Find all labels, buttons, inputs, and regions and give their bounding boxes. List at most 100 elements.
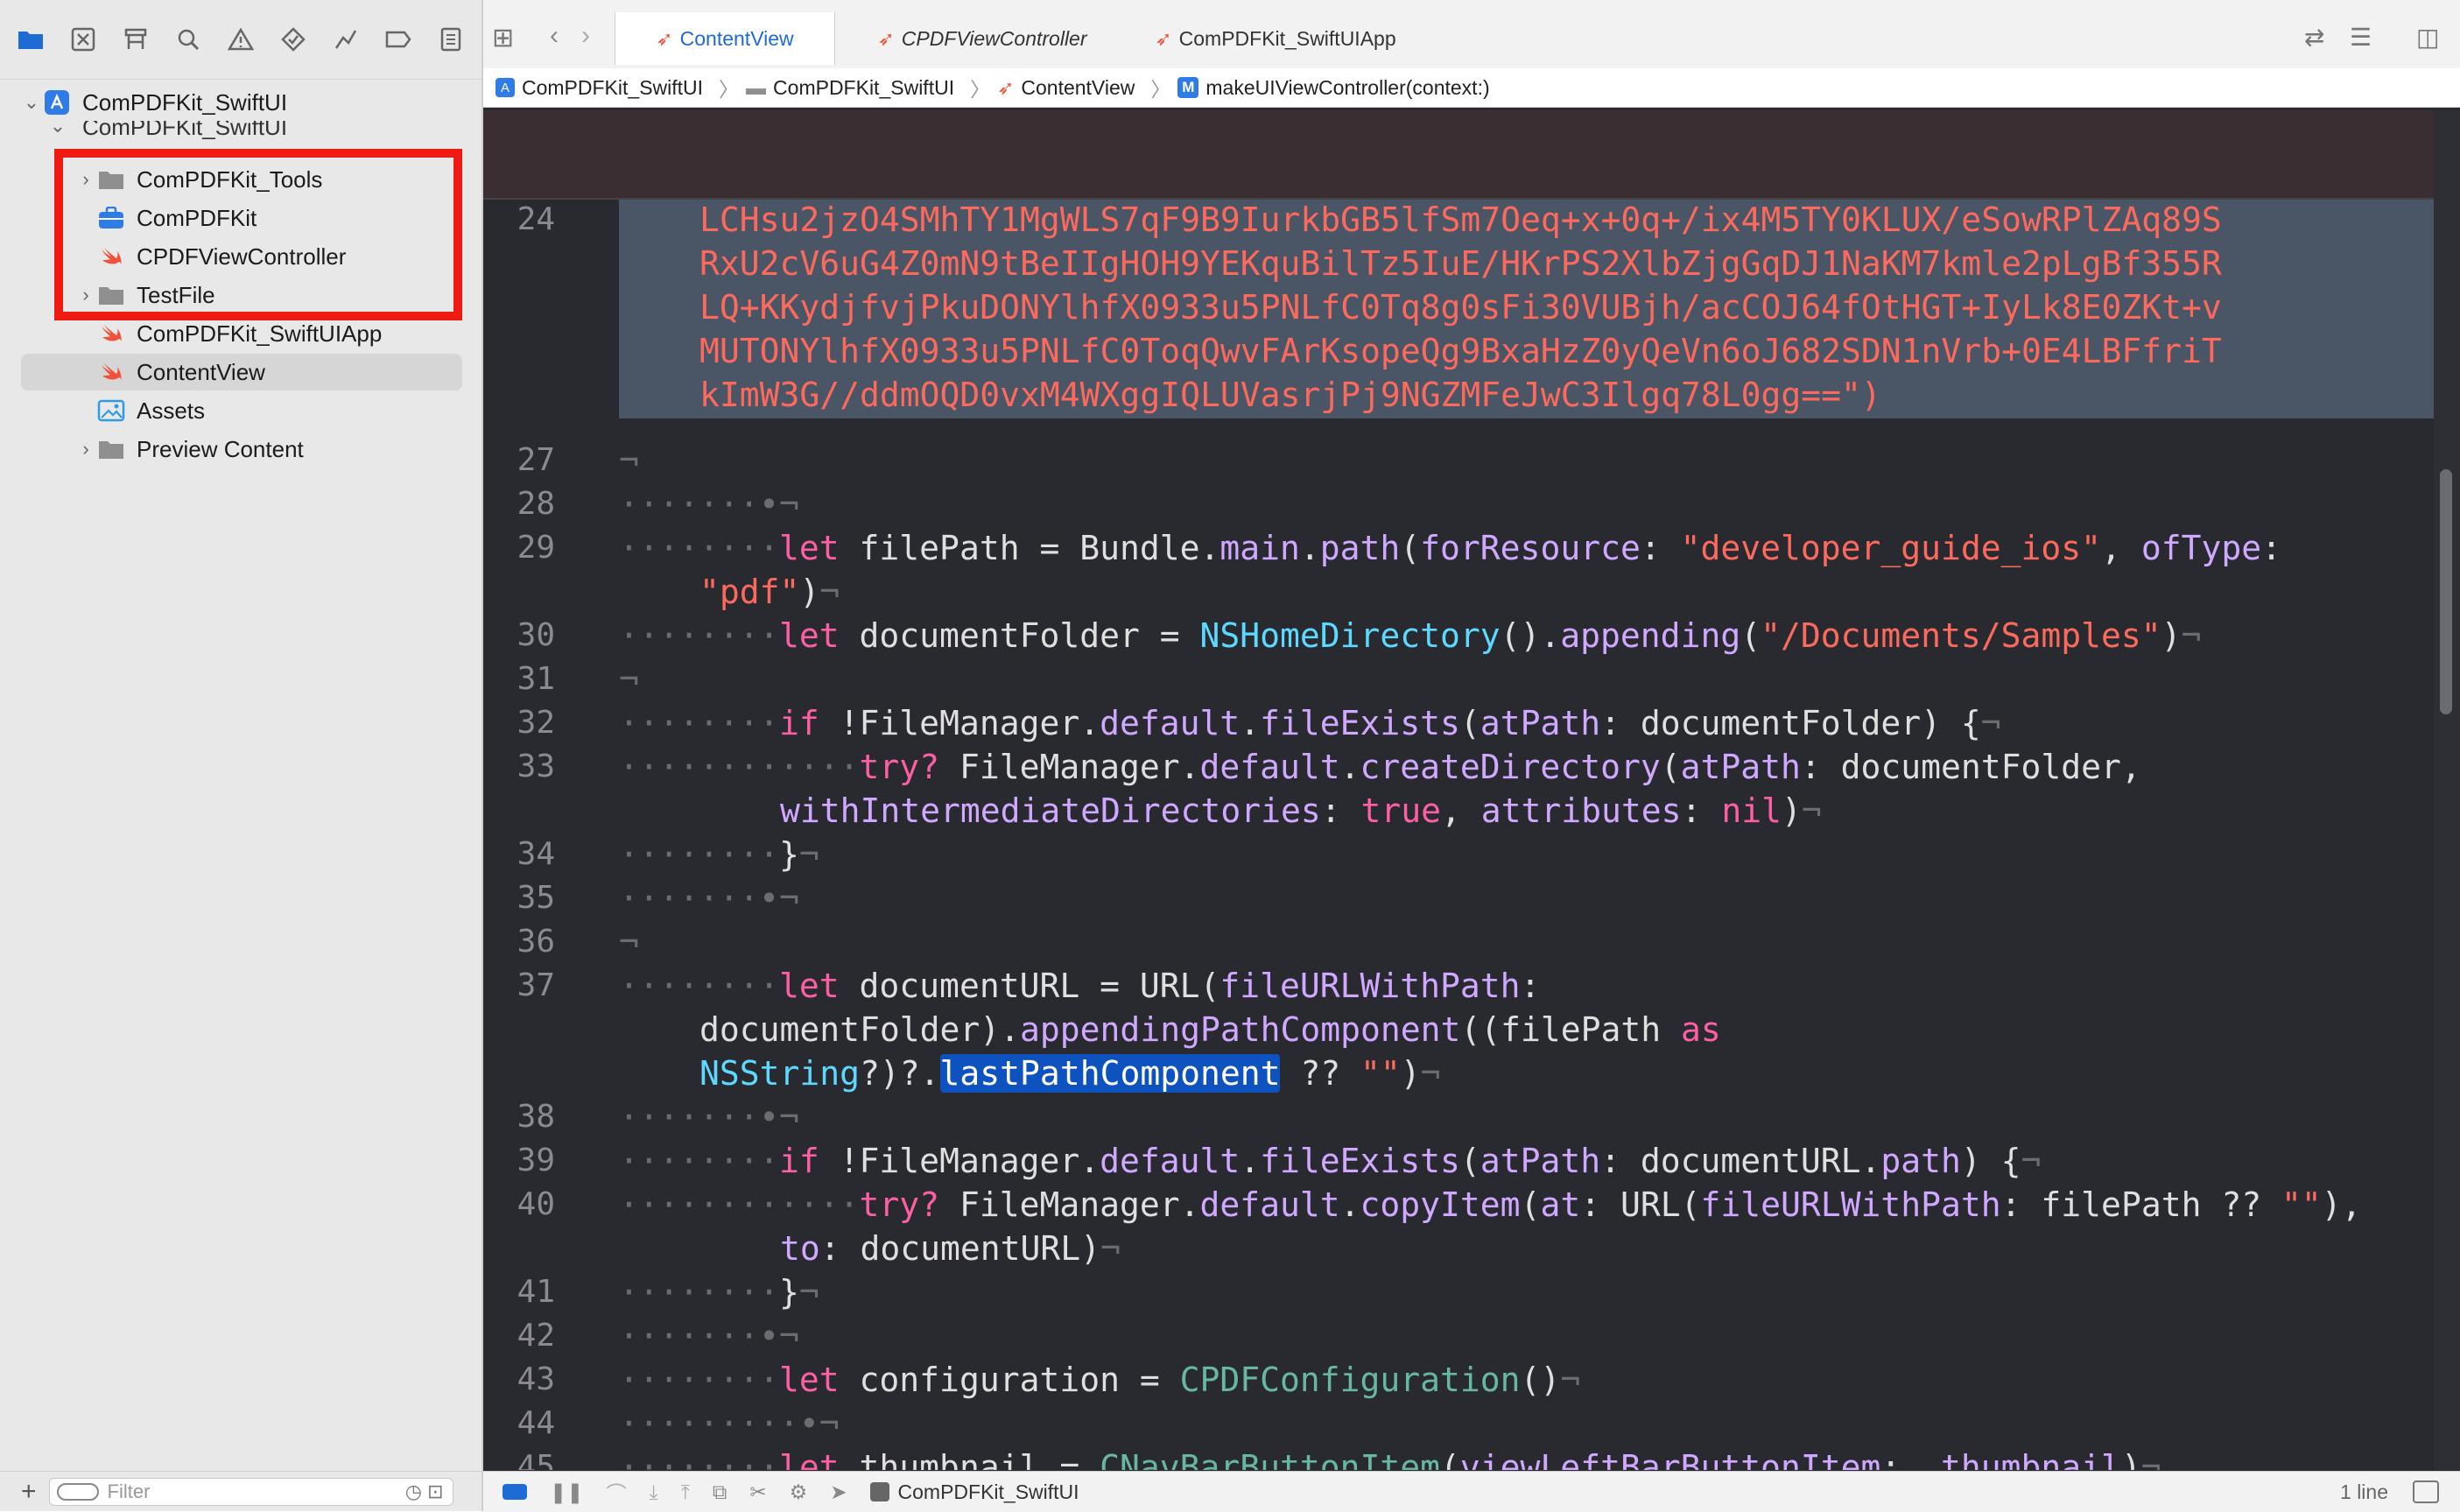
environment-icon[interactable]: ⚙ bbox=[790, 1480, 808, 1504]
navigator-toolbar bbox=[0, 0, 481, 80]
tree-item-contentview[interactable]: ContentView bbox=[21, 354, 462, 390]
symbol-icon[interactable] bbox=[119, 23, 152, 56]
test-icon[interactable] bbox=[277, 23, 310, 56]
find-icon[interactable] bbox=[172, 23, 205, 56]
breadcrumb-project[interactable]: A ComPDFKit_SwiftUI bbox=[496, 76, 703, 100]
item-label: ComPDFKit_SwiftUIApp bbox=[137, 320, 383, 347]
code-line: 35 ·······•¬ bbox=[517, 879, 799, 918]
annotation-highlight-box bbox=[54, 149, 462, 320]
code-line: 28 ·······•¬ bbox=[517, 485, 799, 524]
code-line: 38 ·······•¬ bbox=[517, 1098, 799, 1136]
filter-options-icon[interactable] bbox=[56, 1483, 99, 1501]
grid-icon[interactable]: ⊞ bbox=[492, 23, 514, 53]
debug-icon[interactable] bbox=[329, 23, 362, 56]
filter-bar: + Filter ◷ ⊡ bbox=[0, 1471, 481, 1512]
folder-icon[interactable] bbox=[14, 23, 47, 56]
crumb-label: ContentView bbox=[1021, 75, 1135, 99]
breakpoint-icon[interactable] bbox=[382, 23, 415, 56]
code-line: 30 ········let documentFolder = NSHomeDir… bbox=[517, 616, 2202, 655]
tree-item-preview-content[interactable]: › Preview Content bbox=[75, 431, 462, 468]
code-line: 43 ········let configuration = CPDFConfig… bbox=[517, 1361, 1581, 1399]
tree-item-group[interactable]: ⌄ ComPDFKit_SwiftUI bbox=[47, 121, 488, 144]
swift-file-icon: ➶ bbox=[656, 26, 673, 50]
code-line: MUTONYlhfX0933u5PNLfC0ToqQwvFArKsopeQg9B… bbox=[699, 332, 2222, 370]
tab-bar: ⊞ ‹ › ➶ ContentView ➶ CPDFViewController… bbox=[483, 0, 2460, 78]
step-out-icon[interactable]: ⤒ bbox=[681, 1480, 690, 1504]
tree-item-app[interactable]: ComPDFKit_SwiftUIApp bbox=[75, 315, 462, 352]
breadcrumb-file[interactable]: ➶ ContentView bbox=[997, 76, 1135, 100]
chevron-right-icon[interactable]: › bbox=[75, 438, 96, 460]
code-line: 27 ¬ bbox=[517, 441, 639, 480]
filter-field[interactable]: Filter ◷ ⊡ bbox=[48, 1478, 453, 1506]
swift-file-icon: ➶ bbox=[1155, 26, 1172, 50]
tab-contentview[interactable]: ➶ ContentView bbox=[615, 12, 835, 65]
xcode-project-icon bbox=[42, 89, 72, 116]
memory-graph-icon[interactable]: ✂ bbox=[749, 1480, 766, 1504]
chevron-down-icon[interactable]: ⌄ bbox=[21, 91, 42, 113]
code-line: LQ+KKydjfvjPkuDONYlhfX0933u5PNLfC0Tq8g0s… bbox=[699, 288, 2222, 327]
breadcrumb-method[interactable]: M makeUIViewController(context:) bbox=[1177, 75, 1490, 100]
code-line: 24 ····func makeUIViewController(context… bbox=[517, 201, 2101, 283]
scheme-label: ComPDFKit_SwiftUI bbox=[897, 1480, 1079, 1503]
tab-app[interactable]: ➶ ComPDFKit_SwiftUIApp bbox=[1131, 12, 1420, 65]
group-label: ComPDFKit_SwiftUI bbox=[82, 121, 288, 140]
debug-bar: ❚❚ ⌒ ⤓ ⤒ ⧉ ✂ ⚙ ➤ ComPDFKit_SwiftUI 1 lin… bbox=[483, 1471, 2460, 1512]
pause-icon[interactable]: ❚❚ bbox=[550, 1480, 584, 1504]
method-icon: M bbox=[1177, 77, 1199, 98]
code-line: 40 ············try? FileManager.default.c… bbox=[517, 1185, 2362, 1224]
report-icon[interactable] bbox=[434, 23, 467, 56]
recent-filter-icon[interactable]: ◷ ⊡ bbox=[405, 1480, 444, 1503]
vertical-scrollbar[interactable] bbox=[2434, 110, 2460, 1470]
code-area[interactable]: 4 struct CPDFSwiftViewController: UIView… bbox=[483, 110, 2460, 1470]
code-line: 34 ········}¬ bbox=[517, 835, 819, 874]
tab-cpdfviewcontroller[interactable]: ➶ CPDFViewController bbox=[842, 12, 1122, 65]
source-control-icon[interactable] bbox=[67, 23, 100, 56]
scrollbar-thumb[interactable] bbox=[2440, 469, 2452, 714]
tab-label: ContentView bbox=[679, 26, 794, 50]
breadcrumb-group[interactable]: ▬ ComPDFKit_SwiftUI bbox=[746, 76, 954, 100]
step-over-icon[interactable]: ⌒ bbox=[607, 1477, 627, 1507]
tab-label: ComPDFKit_SwiftUIApp bbox=[1178, 26, 1396, 50]
chevron-down-icon[interactable]: ⌄ bbox=[47, 121, 68, 137]
code-line: 37 ········let documentURL = URL(fileURLW… bbox=[517, 967, 1541, 1005]
related-items-icon[interactable]: ⇄ bbox=[2304, 23, 2324, 52]
swift-file-icon bbox=[96, 359, 126, 385]
issue-icon[interactable] bbox=[224, 23, 257, 56]
code-line: withIntermediateDirectories: true, attri… bbox=[780, 791, 1822, 830]
code-line: documentFolder).appendingPathComponent((… bbox=[699, 1010, 1721, 1049]
item-label: Assets bbox=[137, 397, 206, 424]
add-icon[interactable]: + bbox=[21, 1477, 37, 1507]
item-label: Preview Content bbox=[137, 435, 304, 462]
app-icon bbox=[869, 1482, 889, 1501]
console-toggle-icon[interactable] bbox=[503, 1484, 527, 1500]
code-line: 4 struct CPDFSwiftViewController: UIView… bbox=[483, 110, 2435, 239]
code-line: 41 ········}¬ bbox=[517, 1273, 819, 1312]
highlighted-token: lastPathComponent bbox=[939, 1054, 1281, 1093]
back-icon[interactable]: ‹ bbox=[550, 21, 559, 51]
code-line: 31 ¬ bbox=[517, 660, 639, 699]
code-line: kImW3G//ddmOQD0vxM4WXggIQLUVasrjPj9NGZMF… bbox=[699, 376, 1881, 414]
asset-catalog-icon bbox=[96, 397, 126, 424]
filter-placeholder: Filter bbox=[107, 1480, 151, 1502]
split-editor-icon[interactable]: ◫ bbox=[2416, 23, 2439, 52]
editor-options-icon[interactable]: ☰ bbox=[2350, 23, 2372, 52]
xcode-project-icon: A bbox=[496, 78, 515, 97]
line-count: 1 line bbox=[2340, 1480, 2388, 1503]
crumb-label: makeUIViewController(context:) bbox=[1205, 75, 1490, 99]
panel-toggle-icon[interactable] bbox=[2413, 1480, 2439, 1503]
code-line: NSString?)?.lastPathComponent ?? "")¬ bbox=[699, 1054, 1441, 1093]
code-line: 36 ¬ bbox=[517, 923, 639, 961]
code-line: 29 ········let filePath = Bundle.main.pat… bbox=[517, 529, 2281, 567]
code-line: 45 ········let thumbnail = CNavBarButtonI… bbox=[517, 1448, 2161, 1470]
tree-item-assets[interactable]: Assets bbox=[75, 392, 462, 429]
code-line: RxU2cV6uG4Z0mN9tBeIIgHOH9YEKquBilTz5IuE/… bbox=[699, 244, 2222, 283]
forward-icon[interactable]: › bbox=[581, 21, 590, 51]
tree-item-project[interactable]: ⌄ ComPDFKit_SwiftUI bbox=[21, 84, 462, 121]
view-debugger-icon[interactable]: ⧉ bbox=[713, 1480, 727, 1504]
item-label: ContentView bbox=[137, 358, 265, 385]
location-icon[interactable]: ➤ bbox=[830, 1480, 847, 1504]
crumb-label: ComPDFKit_SwiftUI bbox=[522, 75, 704, 99]
tab-label: CPDFViewController bbox=[901, 26, 1087, 50]
swift-file-icon bbox=[96, 320, 126, 347]
step-in-icon[interactable]: ⤓ bbox=[650, 1480, 658, 1504]
